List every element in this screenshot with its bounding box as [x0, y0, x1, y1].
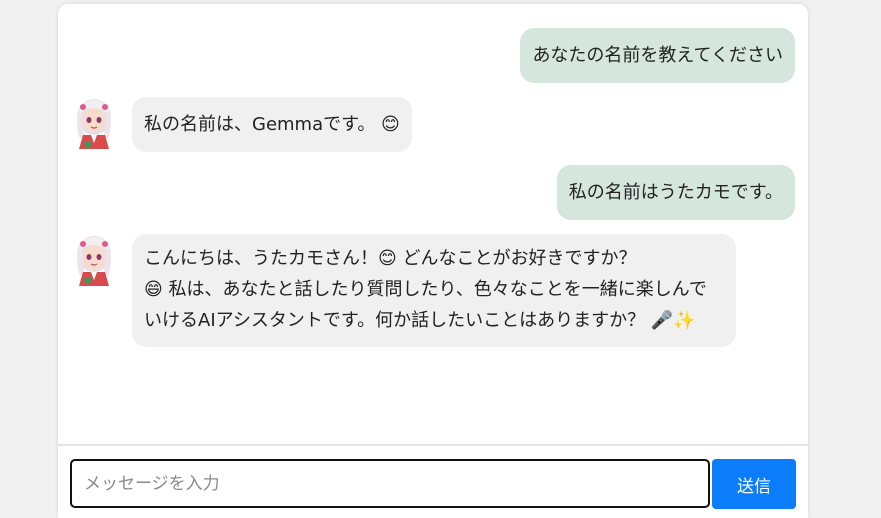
- assistant-message-row: こんにちは、うたカモさん！😊 どんなことがお好きですか？ 😄 私は、あなたと話し…: [71, 234, 736, 347]
- user-message-bubble: 私の名前はうたカモです。: [556, 165, 795, 220]
- assistant-message-row: 私の名前は、Gemmaです。 😊: [71, 97, 412, 152]
- chat-window: あなたの名前を教えてください 私の名前は、Gemmaです。 😊 私の名前はうたカ…: [58, 4, 808, 518]
- user-message-row: 私の名前はうたカモです。: [556, 165, 795, 220]
- message-input[interactable]: [70, 459, 710, 508]
- assistant-message-bubble: こんにちは、うたカモさん！😊 どんなことがお好きですか？ 😄 私は、あなたと話し…: [132, 234, 736, 347]
- assistant-avatar-icon: [77, 236, 111, 286]
- user-message-row: あなたの名前を教えてください: [520, 28, 795, 83]
- composer: 送信: [58, 446, 808, 518]
- send-button[interactable]: 送信: [712, 459, 796, 509]
- user-message-bubble: あなたの名前を教えてください: [520, 28, 795, 83]
- assistant-message-bubble: 私の名前は、Gemmaです。 😊: [132, 97, 412, 152]
- message-list: あなたの名前を教えてください 私の名前は、Gemmaです。 😊 私の名前はうたカ…: [58, 4, 808, 442]
- assistant-avatar-icon: [77, 99, 111, 149]
